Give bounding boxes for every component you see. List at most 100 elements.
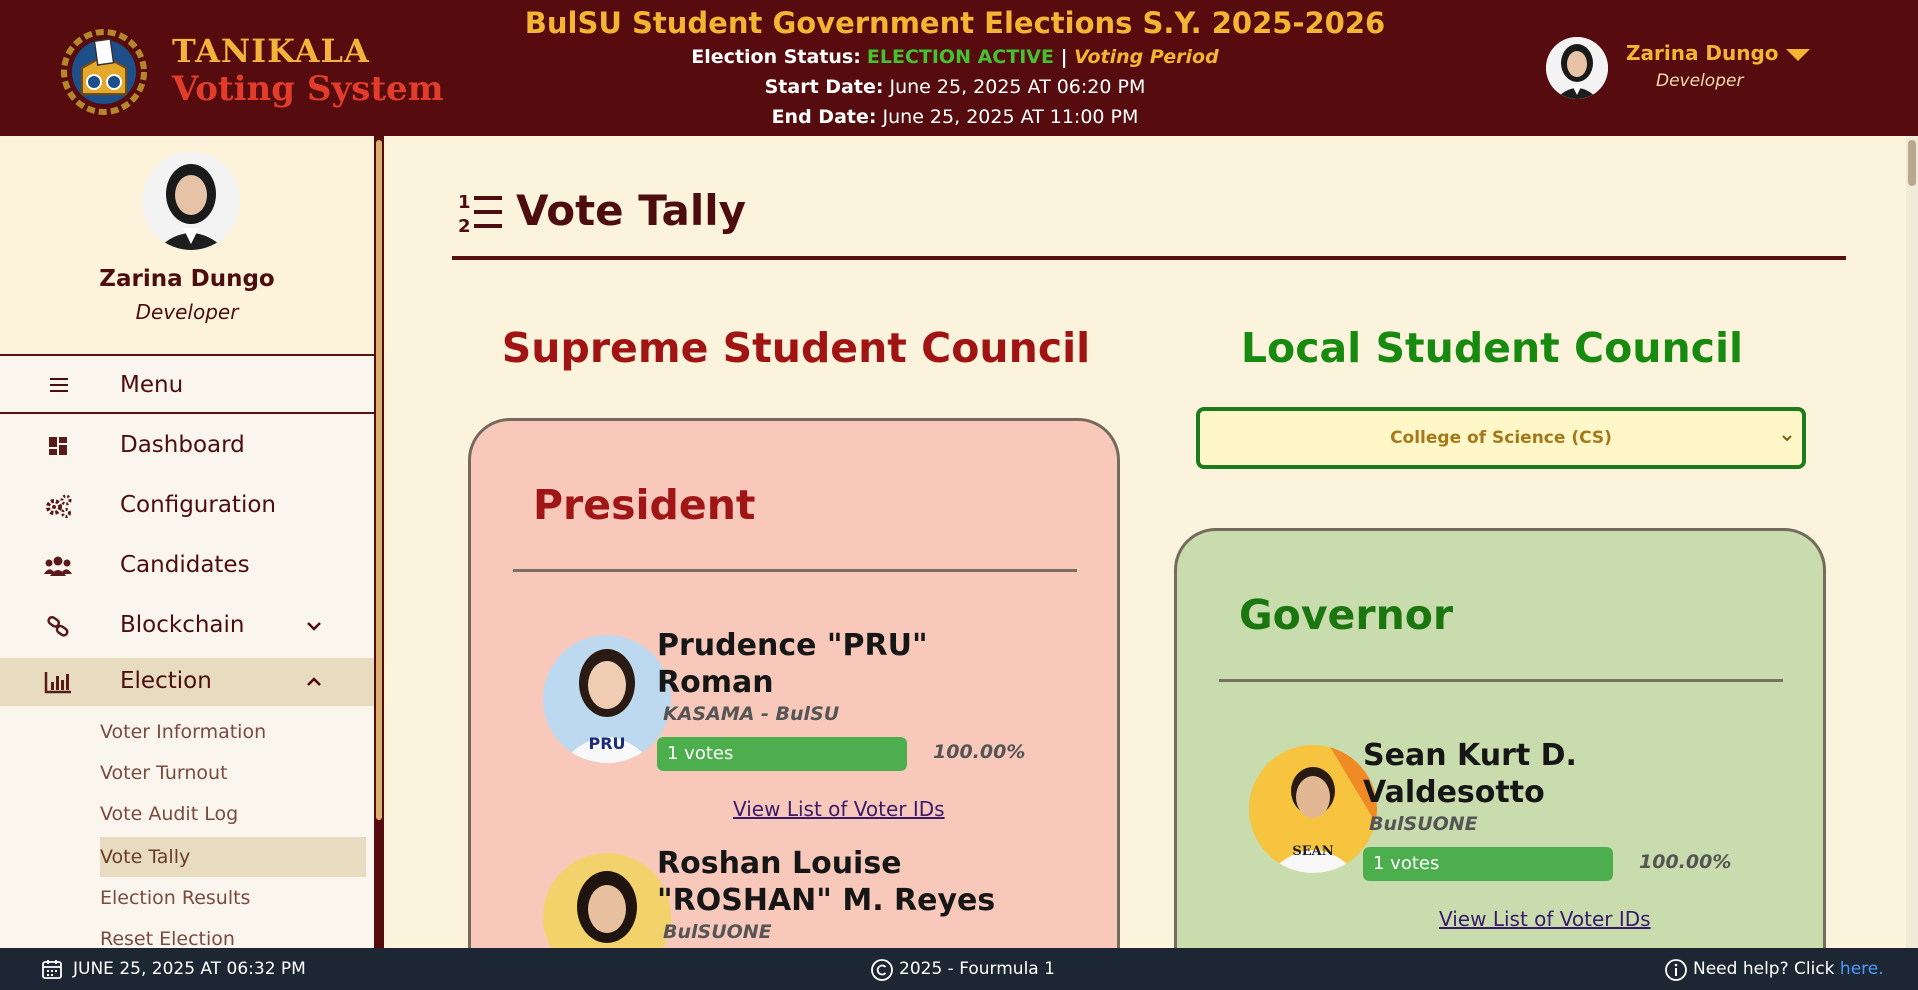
sidebar-subitem-election-results[interactable]: Election Results	[100, 878, 366, 918]
status-separator: |	[1053, 46, 1075, 68]
menu-toggle[interactable]: Menu	[0, 354, 374, 414]
college-select-value: College of Science (CS)	[1390, 428, 1612, 448]
candidate-photo: SEAN	[1249, 745, 1377, 873]
user-menu[interactable]: Zarina Dungo Developer	[1546, 37, 1916, 101]
view-voter-ids-link[interactable]: View List of Voter IDs	[733, 797, 945, 821]
footer-datetime: JUNE 25, 2025 AT 06:32 PM	[73, 959, 306, 979]
link-icon	[47, 615, 69, 637]
card-divider	[513, 569, 1077, 572]
calendar-icon	[42, 960, 62, 979]
sidebar-profile: Zarina Dungo Developer	[0, 136, 374, 354]
candidate-photo: PRU	[543, 635, 671, 763]
svg-text:1: 1	[458, 192, 471, 213]
chevron-down-icon[interactable]	[304, 616, 324, 636]
college-select[interactable]: College of Science (CS)	[1196, 407, 1806, 469]
sidebar-subitem-voter-turnout[interactable]: Voter Turnout	[100, 753, 366, 793]
svg-text:2: 2	[458, 216, 471, 236]
sidebar-avatar	[142, 152, 240, 250]
ssc-president-card: President PRU Prudence "PRU" Roman KASAM…	[468, 418, 1120, 948]
sidebar-user-role: Developer	[135, 300, 239, 324]
candidate-name: Sean Kurt D. Valdesotto	[1363, 738, 1577, 810]
help-link[interactable]: here.	[1840, 959, 1884, 979]
ssc-section-title: Supreme Student Council	[501, 324, 1091, 372]
main-scrollbar-track[interactable]	[1906, 136, 1918, 948]
header-avatar	[1546, 37, 1608, 99]
candidate-party: KASAMA - BulSU	[663, 703, 840, 725]
sidebar-item-label: Configuration	[120, 492, 276, 518]
logo-subtitle: Voting System	[172, 69, 444, 109]
start-date-label: Start Date:	[764, 76, 884, 98]
start-date-value: June 25, 2025 AT 06:20 PM	[889, 76, 1146, 98]
candidate-party: BulSUONE	[1369, 813, 1478, 835]
lsc-governor-card: Governor SEAN Sean Kurt D. Valdesotto Bu…	[1174, 528, 1826, 948]
footer-copyright: 2025 - Fourmula 1	[899, 959, 1055, 979]
vote-progress-bar: 1 votes	[1363, 847, 1613, 881]
end-date-line: End Date: June 25, 2025 AT 11:00 PM	[420, 102, 1490, 132]
copyright-icon	[871, 959, 893, 981]
logo-title: TANIKALA	[172, 32, 370, 70]
chart-bar-icon	[44, 672, 71, 694]
candidate-party: BulSUONE	[663, 921, 772, 943]
sidebar-subitem-voter-information[interactable]: Voter Information	[100, 712, 366, 752]
chevron-up-icon[interactable]	[304, 672, 324, 692]
vote-count: 1 votes	[1373, 853, 1440, 874]
list-ordered-icon: 1 2	[458, 192, 502, 236]
candidate-name: Prudence "PRU" Roman	[657, 628, 928, 700]
info-icon	[1665, 959, 1687, 981]
top-header: TANIKALA Voting System BulSU Student Gov…	[0, 0, 1918, 136]
sidebar-item-label: Blockchain	[120, 612, 245, 638]
footer-help: Need help? Click here.	[1693, 959, 1884, 979]
footer: JUNE 25, 2025 AT 06:32 PM 2025 - Fourmul…	[0, 948, 1918, 990]
election-title: BulSU Student Government Elections S.Y. …	[524, 6, 1386, 40]
help-text: Need help? Click	[1693, 959, 1840, 979]
election-status-line: Election Status: ELECTION ACTIVE | Votin…	[420, 42, 1490, 72]
sidebar-item-label: Dashboard	[120, 432, 245, 458]
lsc-section-title: Local Student Council	[1240, 324, 1744, 372]
status-period: Voting Period	[1074, 46, 1219, 68]
candidate-photo	[543, 853, 671, 948]
page-title: Vote Tally	[516, 186, 746, 235]
card-divider	[1219, 679, 1783, 682]
vote-percentage: 100.00%	[1639, 851, 1732, 873]
sidebar: Zarina Dungo Developer Menu Dashboard Co…	[0, 136, 374, 948]
main-scrollbar-thumb[interactable]	[1908, 140, 1916, 186]
sidebar-item-dashboard[interactable]: Dashboard	[0, 422, 374, 470]
end-date-value: June 25, 2025 AT 11:00 PM	[882, 106, 1139, 128]
status-label: Election Status:	[691, 46, 861, 68]
sidebar-item-configuration[interactable]: Configuration	[0, 482, 374, 530]
start-date-line: Start Date: June 25, 2025 AT 06:20 PM	[420, 72, 1490, 102]
header-user-name: Zarina Dungo	[1626, 41, 1779, 65]
position-title: President	[533, 481, 756, 529]
vote-progress-bar: 1 votes	[657, 737, 907, 771]
candidate-name: Roshan Louise "ROSHAN" M. Reyes	[657, 846, 996, 918]
sidebar-item-label: Election	[120, 668, 212, 694]
status-value: ELECTION ACTIVE	[866, 46, 1054, 68]
dashboard-icon	[49, 437, 67, 455]
ballot-box-logo-icon	[61, 29, 147, 115]
vote-count: 1 votes	[667, 743, 734, 764]
sidebar-item-blockchain[interactable]: Blockchain	[0, 602, 374, 650]
gears-icon	[46, 494, 72, 518]
sidebar-subitem-reset-election[interactable]: Reset Election	[100, 919, 366, 948]
hamburger-icon	[50, 378, 68, 392]
caret-down-icon[interactable]	[1786, 49, 1810, 61]
main-content: 1 2 Vote Tally Supreme Student Council L…	[384, 136, 1906, 948]
header-user-role: Developer	[1656, 71, 1744, 91]
menu-label: Menu	[120, 372, 184, 398]
sidebar-subitem-vote-audit-log[interactable]: Vote Audit Log	[100, 794, 366, 834]
sidebar-item-label: Candidates	[120, 552, 250, 578]
sidebar-subitem-vote-tally[interactable]: Vote Tally	[100, 837, 366, 877]
sidebar-item-candidates[interactable]: Candidates	[0, 542, 374, 590]
view-voter-ids-link[interactable]: View List of Voter IDs	[1439, 907, 1651, 931]
svg-text:SEAN: SEAN	[1292, 844, 1333, 859]
position-title: Governor	[1239, 591, 1454, 639]
chevron-down-icon	[1782, 435, 1792, 442]
logo-text: TANIKALA Voting System	[172, 32, 444, 108]
sidebar-user-name: Zarina Dungo	[99, 266, 275, 292]
sidebar-scrollbar-thumb[interactable]	[376, 140, 382, 820]
sidebar-item-election[interactable]: Election	[0, 658, 374, 706]
svg-text:PRU: PRU	[588, 734, 625, 753]
users-icon	[44, 556, 72, 576]
election-info: BulSU Student Government Elections S.Y. …	[420, 4, 1490, 132]
end-date-label: End Date:	[771, 106, 877, 128]
